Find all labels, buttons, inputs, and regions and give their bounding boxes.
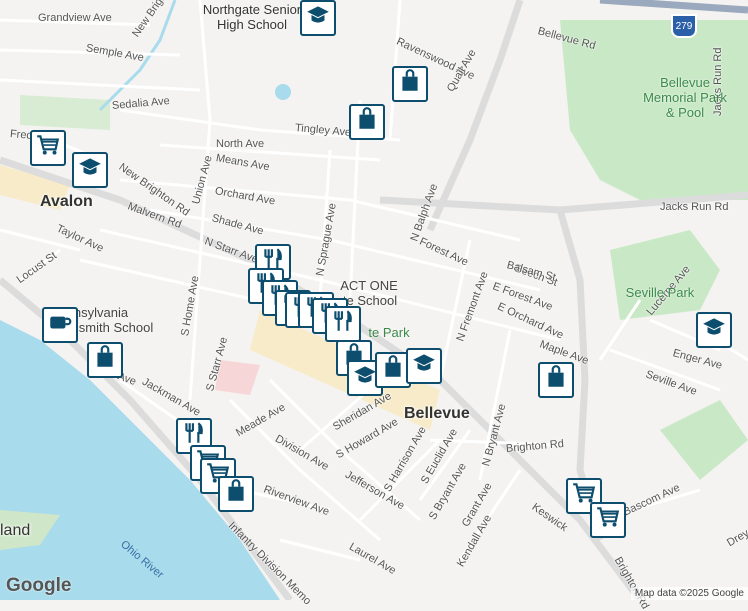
avalon-label: Avalon [40,193,93,210]
pond [275,84,291,100]
school-marker[interactable] [300,0,336,36]
shopping-cart-marker[interactable] [30,130,66,166]
shopping-bag-icon [543,364,569,396]
shopping-bag-marker[interactable] [218,476,254,512]
seville-park-label: Seville Park [625,285,695,300]
street-label: Grandview Ave [38,12,112,24]
shopping-bag-icon [380,354,406,386]
restaurant-icon [330,308,356,340]
land-label: land [0,522,31,539]
coffee-icon [47,309,73,341]
shopping-bag-icon [223,478,249,510]
bellevue-label: Bellevue [404,405,470,422]
interstate-279 [599,0,748,14]
seville-park [610,230,720,320]
school-marker[interactable] [406,348,442,384]
shopping-bag-icon [354,106,380,138]
interstate-shield: 279 [671,14,697,38]
shopping-bag-marker[interactable] [349,104,385,140]
shopping-cart-marker[interactable] [590,502,626,538]
bellevue-park-label: Bellevue Memorial Park & Pool [643,75,727,120]
restaurant-marker[interactable] [325,306,361,342]
school-icon [77,154,103,186]
act-one-label: ACT ONE [340,278,398,293]
shopping-bag-icon [92,344,118,376]
coffee-marker[interactable] [42,307,78,343]
shopping-bag-marker[interactable] [538,362,574,398]
school-marker[interactable] [696,312,732,348]
map-credit: Map data ©2025 Google [630,587,748,600]
street-label: North Ave [216,138,265,150]
shopping-bag-marker[interactable] [392,66,428,102]
school-icon [701,314,727,346]
school-icon [411,350,437,382]
park-label: te Park [368,325,410,340]
shopping-cart-icon [35,132,61,164]
school-marker[interactable] [72,152,108,188]
street-label: Jacks Run Rd [660,201,729,213]
shopping-bag-icon [397,68,423,100]
google-logo: Google [6,575,72,596]
northgate-school-label: Northgate Senior High School [202,2,302,32]
shopping-bag-marker[interactable] [87,342,123,378]
shopping-cart-icon [595,504,621,536]
park-north-west [20,95,110,130]
smith-school-label: smith School [78,320,154,335]
school-icon [305,2,331,34]
park-east [660,400,748,480]
